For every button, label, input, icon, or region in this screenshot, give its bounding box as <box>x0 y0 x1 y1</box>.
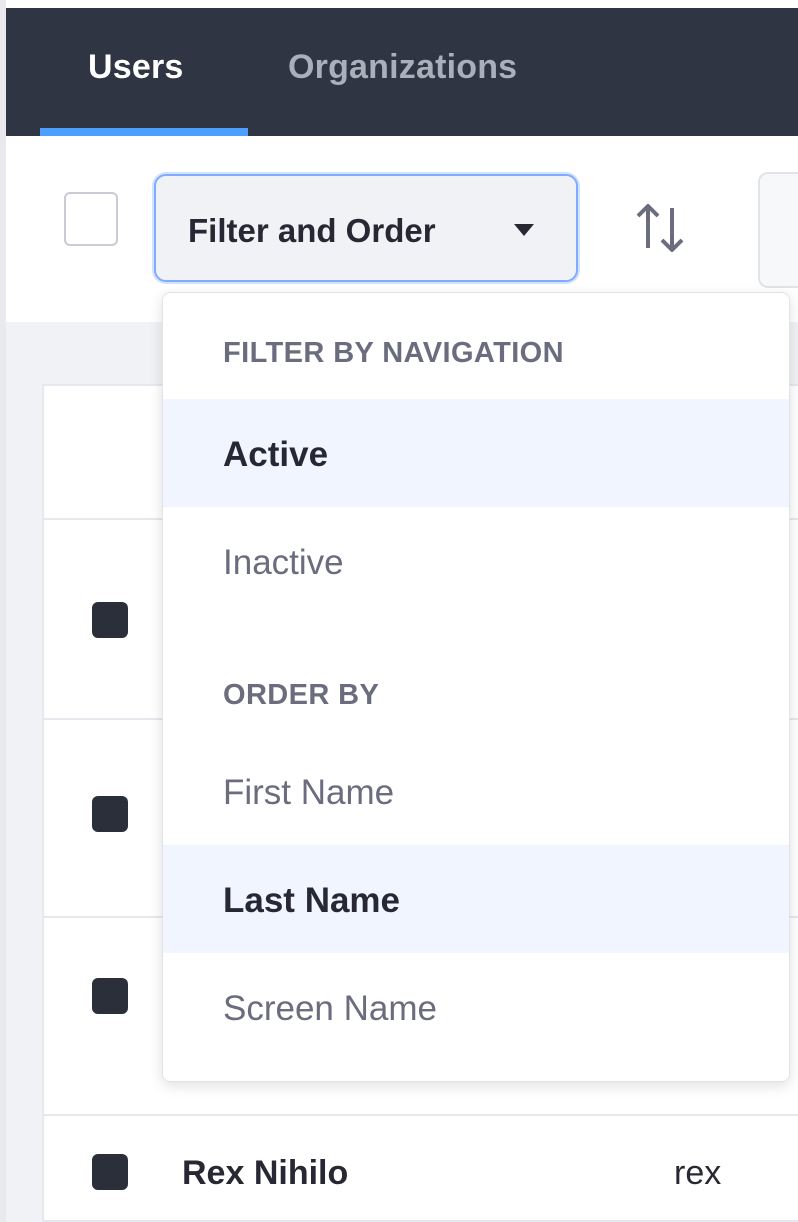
dropdown-item-label: Last Name <box>223 881 401 920</box>
search-input[interactable] <box>758 172 798 288</box>
filter-and-order-label: Filter and Order <box>188 212 436 249</box>
dropdown-item-active[interactable]: Active <box>163 399 789 507</box>
tab-organizations[interactable]: Organizations <box>288 48 517 87</box>
tab-users[interactable]: Users <box>88 48 184 87</box>
active-tab-indicator <box>40 128 248 136</box>
user-name[interactable]: Rex Nihilo <box>182 1154 348 1193</box>
filter-and-order-button[interactable]: Filter and Order <box>154 174 578 282</box>
row-checkbox[interactable] <box>92 1154 128 1190</box>
dropdown-item-label: First Name <box>223 773 395 812</box>
list-item: Rex Nihilo rex <box>44 1084 798 1222</box>
row-checkbox[interactable] <box>92 796 128 832</box>
select-all-checkbox[interactable] <box>64 192 118 246</box>
order-by-header: ORDER BY <box>223 679 380 711</box>
caret-down-icon <box>514 224 534 236</box>
dropdown-item-last-name[interactable]: Last Name <box>163 845 789 953</box>
row-checkbox[interactable] <box>92 602 128 638</box>
filter-order-dropdown-menu: FILTER BY NAVIGATION Active Inactive ORD… <box>162 292 790 1082</box>
sort-order-icon[interactable] <box>634 200 686 256</box>
users-admin-screen: Users Organizations Filter and Order Rex… <box>0 0 798 1222</box>
top-navigation-bar: Users Organizations <box>6 8 798 136</box>
dropdown-item-label: Inactive <box>223 543 344 582</box>
row-checkbox[interactable] <box>92 978 128 1014</box>
user-screen-name: rex <box>674 1154 722 1192</box>
dropdown-item-screen-name[interactable]: Screen Name <box>163 953 789 1061</box>
dropdown-item-inactive[interactable]: Inactive <box>163 507 789 615</box>
dropdown-item-label: Screen Name <box>223 989 437 1028</box>
filter-by-navigation-header: FILTER BY NAVIGATION <box>223 337 564 369</box>
dropdown-item-first-name[interactable]: First Name <box>163 737 789 845</box>
dropdown-item-label: Active <box>223 435 329 474</box>
